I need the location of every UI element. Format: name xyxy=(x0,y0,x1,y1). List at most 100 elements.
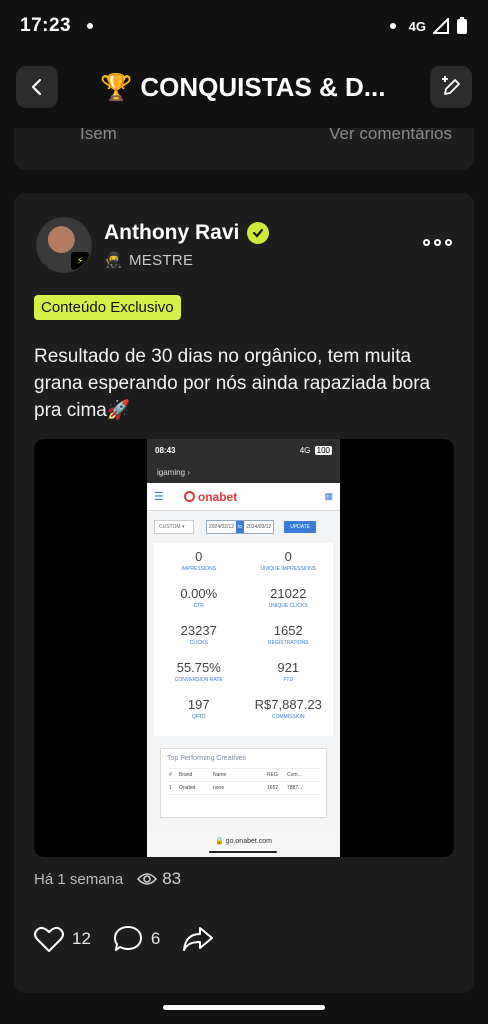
ninja-icon: 🥷 xyxy=(104,252,123,269)
stat-label: CLICKS xyxy=(189,640,208,646)
stat-unique-clicks: 21022 UNIQUE CLICKS xyxy=(244,586,334,619)
post-card: ⚡ Anthony Ravi 🥷 MESTRE Conteúdo Exclusi… xyxy=(14,193,474,993)
period-select-value: CUSTOM xyxy=(159,524,181,530)
screenshot-url: 🔒 go.onabet.com xyxy=(147,831,340,857)
creatives-table-title: Top Performing Creatives xyxy=(167,753,320,769)
stat-commission: R$7,887.23 COMMISSION xyxy=(244,697,334,730)
status-time: 17:23 xyxy=(20,15,72,36)
stat-value: 0.00% xyxy=(180,586,218,601)
menu-icon: ☰ xyxy=(154,491,164,503)
brand-name: onabet xyxy=(197,489,238,504)
home-indicator xyxy=(163,1005,325,1010)
date-from: 2024/02/12 xyxy=(207,521,237,533)
avatar[interactable]: ⚡ xyxy=(36,217,92,273)
status-bar: 17:23 4G xyxy=(0,0,488,52)
exclusive-badge: Conteúdo Exclusivo xyxy=(34,295,181,320)
author-role: 🥷 MESTRE xyxy=(104,251,194,270)
dot-icon xyxy=(389,23,396,29)
stat-value: 197 xyxy=(187,697,210,712)
stat-label: CTR xyxy=(193,603,204,609)
page-title: 🏆 CONQUISTAS & D... xyxy=(100,72,385,103)
new-post-button[interactable] xyxy=(430,66,472,108)
share-button[interactable] xyxy=(182,925,214,953)
screenshot-filter: CUSTOM ▾ 2024/02/12 to 2024/03/12 UPDATE xyxy=(147,511,340,543)
table-header-cell: # xyxy=(169,772,172,778)
qr-icon: ▦ xyxy=(324,491,333,501)
stats-grid: 0 IMPRESSIONS 0 UNIQUE IMPRESSIONS 0.00% CT… xyxy=(154,543,333,736)
views-count: 83 xyxy=(137,869,181,889)
table-header-cell: Com... xyxy=(287,772,302,778)
heart-icon xyxy=(34,926,64,952)
table-cell: 1652 xyxy=(267,785,279,791)
stat-label: UNIQUE CLICKS xyxy=(268,603,308,609)
eye-icon xyxy=(137,873,158,885)
back-button[interactable] xyxy=(16,66,58,108)
share-icon xyxy=(183,927,214,951)
battery-icon xyxy=(457,17,467,34)
screenshot-status-right: 4G 100 xyxy=(299,445,332,455)
stat-label: FTD xyxy=(283,677,294,683)
table-row: 1 Onabet none 1652 7887... xyxy=(167,782,320,795)
table-header-cell: Name xyxy=(213,772,227,778)
stat-clicks: 23237 CLICKS xyxy=(154,623,244,656)
creatives-table: Top Performing Creatives # Brand Name RE… xyxy=(160,748,327,818)
comments-count: 6 xyxy=(150,929,161,948)
screenshot-home-indicator xyxy=(209,851,277,853)
stat-value: 1652 xyxy=(273,623,303,638)
stat-value: 23237 xyxy=(180,623,217,638)
post-meta: Há 1 semana 83 xyxy=(34,869,181,889)
stat-label: QFTD xyxy=(191,714,206,720)
trophy-icon: 🏆 xyxy=(100,72,133,102)
post-time: Há 1 semana xyxy=(34,870,124,888)
prev-card-left-text: Isem xyxy=(80,128,117,143)
comment-icon xyxy=(113,926,142,951)
period-select: CUSTOM ▾ xyxy=(154,520,194,534)
dot-icon xyxy=(434,239,441,246)
like-button[interactable]: 12 xyxy=(34,925,91,953)
stat-label: IMPRESSIONS xyxy=(181,566,217,572)
views-value: 83 xyxy=(162,869,182,888)
verified-icon xyxy=(247,222,270,244)
page-title-text: CONQUISTAS & D... xyxy=(140,72,386,102)
stat-value: 0 xyxy=(284,549,292,564)
dot-icon xyxy=(423,239,430,246)
screenshot-url-text: go.onabet.com xyxy=(225,838,272,845)
avatar-badge-icon: ⚡ xyxy=(71,252,89,270)
stat-value: 921 xyxy=(277,660,300,675)
stat-value: 21022 xyxy=(270,586,307,601)
date-to: 2024/03/12 xyxy=(244,521,274,533)
stat-value: R$7,887.23 xyxy=(254,697,322,712)
embedded-screenshot: 08:43 4G 100 igaming › ☰ onabet ▦ CUSTOM… xyxy=(147,439,340,857)
dot-icon xyxy=(445,239,452,246)
screenshot-time: 08:43 xyxy=(155,445,176,455)
stat-impressions: 0 IMPRESSIONS xyxy=(154,549,244,582)
post-image[interactable]: 08:43 4G 100 igaming › ☰ onabet ▦ CUSTOM… xyxy=(34,439,454,857)
more-options-button[interactable] xyxy=(423,239,452,246)
app-header: 🏆 CONQUISTAS & D... xyxy=(0,60,488,116)
stat-label: CONVERSION RATE xyxy=(174,677,223,683)
stat-label: UNIQUE IMPRESSIONS xyxy=(260,566,317,572)
status-indicators: 4G xyxy=(389,17,468,35)
table-cell: 1 xyxy=(169,785,172,791)
update-button: UPDATE xyxy=(284,521,317,533)
stat-conversion-rate: 55.75% CONVERSION RATE xyxy=(154,660,244,693)
stat-unique-impressions: 0 UNIQUE IMPRESSIONS xyxy=(244,549,334,582)
network-type: 4G xyxy=(408,18,426,34)
stat-ftd: 921 FTD xyxy=(244,660,334,693)
view-comments-link[interactable]: Ver comentários xyxy=(329,128,452,144)
stat-value: 0 xyxy=(195,549,203,564)
comment-button[interactable]: 6 xyxy=(113,925,160,953)
pencil-plus-icon xyxy=(442,76,460,95)
screenshot-network: 4G xyxy=(299,445,311,455)
stat-qftd: 197 QFTD xyxy=(154,697,244,730)
stat-ctr: 0.00% CTR xyxy=(154,586,244,619)
likes-count: 12 xyxy=(72,929,91,948)
chevron-left-icon xyxy=(31,78,42,96)
role-label: MESTRE xyxy=(128,251,194,269)
notification-dot-icon xyxy=(87,23,94,29)
author-name[interactable]: Anthony Ravi xyxy=(104,221,239,245)
author-row: Anthony Ravi xyxy=(104,221,270,245)
table-header-row: # Brand Name REG Com... xyxy=(167,769,320,782)
table-cell: 7887... xyxy=(287,785,303,791)
screenshot-battery: 100 xyxy=(314,445,332,455)
